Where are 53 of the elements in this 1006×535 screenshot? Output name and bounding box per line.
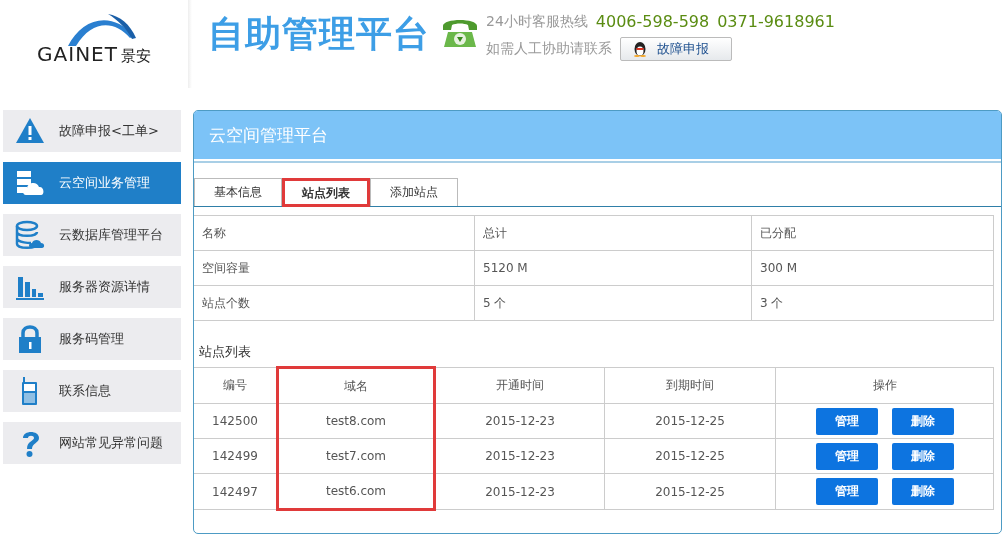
manage-button[interactable]: 管理	[815, 478, 878, 505]
penguin-icon	[633, 41, 647, 57]
help-text: 如需人工协助请联系	[486, 40, 612, 58]
sidebar-item[interactable]: 服务器资源详情	[3, 266, 181, 308]
delete-button[interactable]: 删除	[891, 442, 954, 470]
manage-button[interactable]: 管理	[815, 407, 878, 435]
column-header: 编号	[194, 367, 278, 404]
tab[interactable]: 站点列表	[282, 178, 370, 207]
warning-icon	[15, 116, 45, 146]
table-cell: 总计	[474, 215, 752, 251]
section-title: 站点列表	[199, 343, 252, 361]
table-cell: 3 个	[751, 285, 994, 321]
phone-number: 4006-598-598	[595, 12, 710, 31]
sidebar-item[interactable]: 云数据库管理平台	[3, 214, 181, 256]
table-cell: 2015-12-25	[604, 438, 776, 474]
table-cell: 2015-12-23	[434, 438, 605, 474]
table-cell: 名称	[194, 215, 475, 251]
panel-title: 云空间管理平台	[209, 123, 328, 147]
table-cell: 300 M	[751, 250, 994, 286]
table-cell: test6.com	[277, 473, 435, 510]
table-cell: 2015-12-23	[434, 403, 605, 439]
table-cell: test8.com	[277, 403, 435, 439]
delete-button[interactable]: 删除	[891, 407, 954, 435]
table-cell: 站点个数	[194, 285, 475, 321]
site-title: 自助管理平台	[208, 12, 430, 56]
table-cell: 空间容量	[194, 250, 475, 286]
table-cell: test7.com	[277, 438, 435, 474]
hotline-label: 24小时客服热线	[486, 12, 588, 31]
column-header: 开通时间	[434, 367, 605, 404]
report-fault-button[interactable]: 故障申报	[620, 37, 732, 61]
table-cell: 2015-12-23	[434, 473, 605, 510]
table-cell: 2015-12-25	[604, 473, 776, 510]
column-header: 操作	[775, 367, 994, 404]
sidebar-item[interactable]: 云空间业务管理	[3, 162, 181, 204]
tab[interactable]: 添加站点	[370, 178, 458, 206]
sidebar-item[interactable]: 联系信息	[3, 370, 181, 412]
table-cell: 5 个	[474, 285, 752, 321]
table-cell: 2015-12-25	[604, 403, 776, 439]
delete-button[interactable]: 删除	[891, 478, 954, 505]
column-header: 到期时间	[604, 367, 776, 404]
logo-text: GAINET	[37, 42, 118, 66]
sidebar-item[interactable]: 故障申报<工单>	[3, 110, 181, 152]
logo-text: 景安	[120, 47, 151, 66]
sidebar-item[interactable]: 服务码管理	[3, 318, 181, 360]
database-icon	[15, 220, 45, 250]
manage-button[interactable]: 管理	[815, 442, 878, 470]
column-header: 域名	[277, 367, 435, 404]
table-cell: 5120 M	[474, 250, 752, 286]
tab[interactable]: 基本信息	[194, 178, 282, 206]
phone-number: 0371-9618961	[717, 12, 835, 31]
server-cloud-icon	[15, 168, 45, 198]
sidebar-item[interactable]: 网站常见异常问题	[3, 422, 181, 464]
table-cell: 已分配	[751, 215, 994, 251]
